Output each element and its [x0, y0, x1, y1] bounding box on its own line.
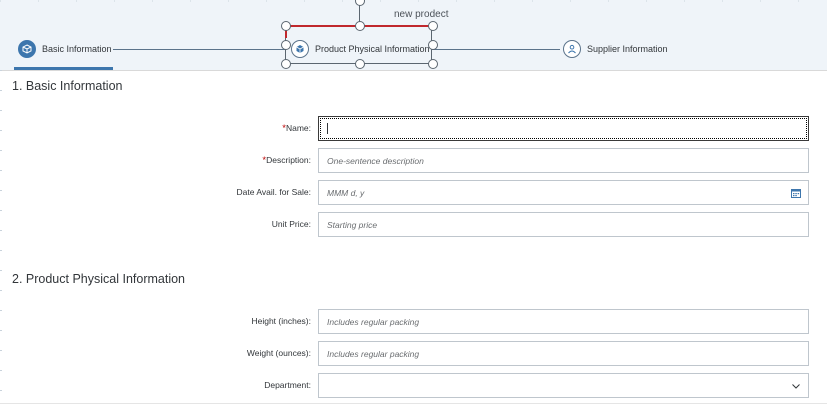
name-input[interactable]: [318, 116, 809, 141]
section-title: 2. Product Physical Information: [12, 272, 185, 286]
resize-handle[interactable]: [355, 21, 365, 31]
resize-handle[interactable]: [281, 21, 291, 31]
description-label: *Description:: [262, 155, 311, 166]
step-connector: [432, 49, 560, 50]
resize-handle[interactable]: [281, 40, 291, 50]
resize-handle[interactable]: [428, 59, 438, 69]
step-basic-information[interactable]: Basic Information: [18, 38, 112, 60]
active-step-indicator: [14, 67, 113, 70]
step-supplier-information[interactable]: Supplier Information: [563, 38, 668, 60]
calendar-icon[interactable]: [790, 187, 802, 199]
supplier-icon: [563, 40, 581, 58]
chevron-down-icon[interactable]: [790, 380, 802, 392]
wizard-header: Basic Information Product Physical Infor…: [0, 0, 827, 71]
resize-handle[interactable]: [281, 59, 291, 69]
section-title: 1. Basic Information: [12, 79, 123, 93]
resize-handle[interactable]: [428, 21, 438, 31]
cube-icon: [18, 40, 36, 58]
canvas-grid: [0, 70, 2, 406]
department-label: Department:: [264, 380, 311, 390]
height-label: Height (inches):: [251, 316, 311, 326]
resize-handle[interactable]: [355, 59, 365, 69]
resize-handle[interactable]: [355, 0, 365, 6]
text-cursor: [327, 123, 328, 134]
price-input[interactable]: Starting price: [318, 212, 809, 237]
step-label: Supplier Information: [587, 44, 668, 54]
description-input[interactable]: One-sentence description: [318, 148, 809, 173]
page-bottom-edge: [0, 403, 827, 407]
step-label: Basic Information: [42, 44, 112, 54]
date-label: Date Avail. for Sale:: [236, 187, 312, 197]
weight-label: Weight (ounces):: [246, 348, 311, 358]
selection-label: new prodect: [394, 9, 449, 20]
resize-handle[interactable]: [428, 40, 438, 50]
step-connector: [113, 49, 285, 50]
department-select[interactable]: [318, 373, 809, 398]
canvas-grid: [0, 0, 827, 2]
height-input[interactable]: Includes regular packing: [318, 309, 809, 334]
weight-input[interactable]: Includes regular packing: [318, 341, 809, 366]
date-input[interactable]: MMM d, y: [318, 180, 809, 205]
name-label: *Name:: [282, 123, 311, 134]
price-label: Unit Price:: [271, 219, 311, 229]
